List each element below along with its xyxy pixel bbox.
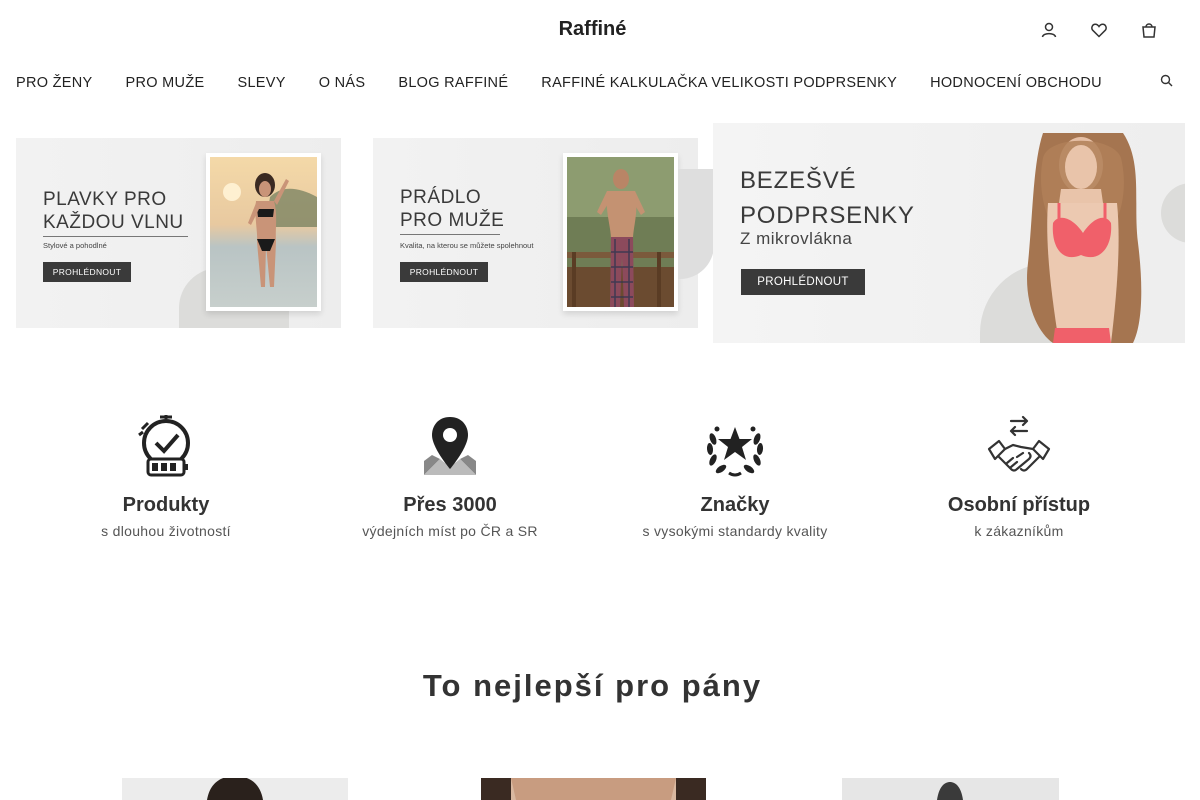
banner-divider bbox=[400, 234, 500, 235]
banner-decoration bbox=[1161, 183, 1185, 243]
header-actions bbox=[1038, 20, 1160, 40]
heart-icon[interactable] bbox=[1088, 20, 1110, 40]
product-card[interactable] bbox=[122, 778, 348, 800]
site-header: Raffiné bbox=[0, 0, 1200, 60]
banner-divider bbox=[43, 236, 188, 237]
swimwear-model-image bbox=[210, 157, 317, 307]
nav-item-pro-zeny[interactable]: PRO ŽENY bbox=[16, 74, 93, 92]
banner-subtitle: Stylové a pohodlné bbox=[43, 241, 107, 250]
nav-item-o-nas[interactable]: O NÁS bbox=[319, 74, 366, 92]
product-image bbox=[481, 778, 706, 800]
nav-item-blog[interactable]: BLOG RAFFINÉ bbox=[398, 74, 508, 92]
feature-produkty: Produkty s dlouhou životností bbox=[46, 415, 286, 539]
feature-title: Osobní přístup bbox=[947, 494, 1091, 516]
banner-title: PRÁDLO PRO MUŽE bbox=[400, 187, 505, 231]
search-icon[interactable] bbox=[1160, 74, 1173, 90]
user-icon[interactable] bbox=[1038, 20, 1060, 40]
feature-znacky: Značky s vysokými standardy kvality bbox=[615, 415, 855, 539]
banner-photo-swimwear bbox=[206, 153, 321, 311]
nav-item-kalkulacka[interactable]: RAFFINÉ KALKULAČKA VELIKOSTI PODPRSENKY bbox=[541, 74, 897, 92]
banner-title: BEZEŠVÉ PODPRSENKY bbox=[740, 167, 915, 229]
cart-icon[interactable] bbox=[1138, 20, 1160, 40]
feature-subtitle: k zákazníkům bbox=[974, 523, 1064, 539]
product-card[interactable] bbox=[842, 778, 1059, 800]
laurel-star-icon bbox=[706, 426, 764, 477]
timer-battery-icon bbox=[138, 415, 190, 477]
handshake-icon bbox=[987, 415, 1051, 472]
feature-subtitle: s dlouhou životností bbox=[101, 523, 231, 539]
banner-cta-button[interactable]: PROHLÉDNOUT bbox=[741, 269, 865, 295]
feature-osobni-pristup: Osobní přístup k zákazníkům bbox=[899, 415, 1139, 539]
feature-subtitle: výdejních míst po ČR a SR bbox=[362, 523, 538, 539]
map-pin-icon bbox=[424, 417, 476, 475]
banner-cta-button[interactable]: PROHLÉDNOUT bbox=[400, 262, 488, 282]
feature-title: Značky bbox=[700, 494, 770, 516]
banner-title: PLAVKY PRO KAŽDOU VLNU bbox=[43, 189, 184, 233]
bra-model-image bbox=[1027, 133, 1142, 343]
feature-title: Produkty bbox=[122, 494, 210, 516]
site-logo[interactable]: Raffiné bbox=[0, 18, 1185, 41]
banner-cta-button[interactable]: PROHLÉDNOUT bbox=[43, 262, 131, 282]
banner-decoration bbox=[678, 169, 714, 279]
banner-subtitle: Z mikrovlákna bbox=[740, 229, 853, 248]
main-navigation: PRO ŽENY PRO MUŽE SLEVY O NÁS BLOG RAFFI… bbox=[16, 74, 1135, 92]
nav-item-hodnoceni[interactable]: HODNOCENÍ OBCHODU bbox=[930, 74, 1102, 92]
product-image bbox=[842, 778, 1059, 800]
product-image bbox=[122, 778, 348, 800]
menswear-model-image bbox=[567, 157, 674, 307]
feature-title: Přes 3000 bbox=[403, 494, 497, 516]
feature-vydejni-mista: Přes 3000 výdejních míst po ČR a SR bbox=[330, 415, 570, 539]
banner-pradlo-pro-muze[interactable]: PRÁDLO PRO MUŽE Kvalita, na kterou se mů… bbox=[373, 138, 698, 328]
section-title-best-for-men: To nejlepší pro pány bbox=[422, 668, 763, 703]
banner-bezesve-podprsenky[interactable]: BEZEŠVÉ PODPRSENKY Z mikrovlákna PROHLÉD… bbox=[713, 123, 1185, 343]
banner-photo-menswear bbox=[563, 153, 678, 311]
feature-subtitle: s vysokými standardy kvality bbox=[642, 523, 828, 539]
product-card[interactable] bbox=[481, 778, 706, 800]
banner-subtitle: Kvalita, na kterou se můžete spolehnout bbox=[400, 241, 534, 250]
nav-item-slevy[interactable]: SLEVY bbox=[237, 74, 285, 92]
banner-plavky[interactable]: PLAVKY PRO KAŽDOU VLNU Stylové a pohodln… bbox=[16, 138, 341, 328]
nav-item-pro-muze[interactable]: PRO MUŽE bbox=[126, 74, 205, 92]
